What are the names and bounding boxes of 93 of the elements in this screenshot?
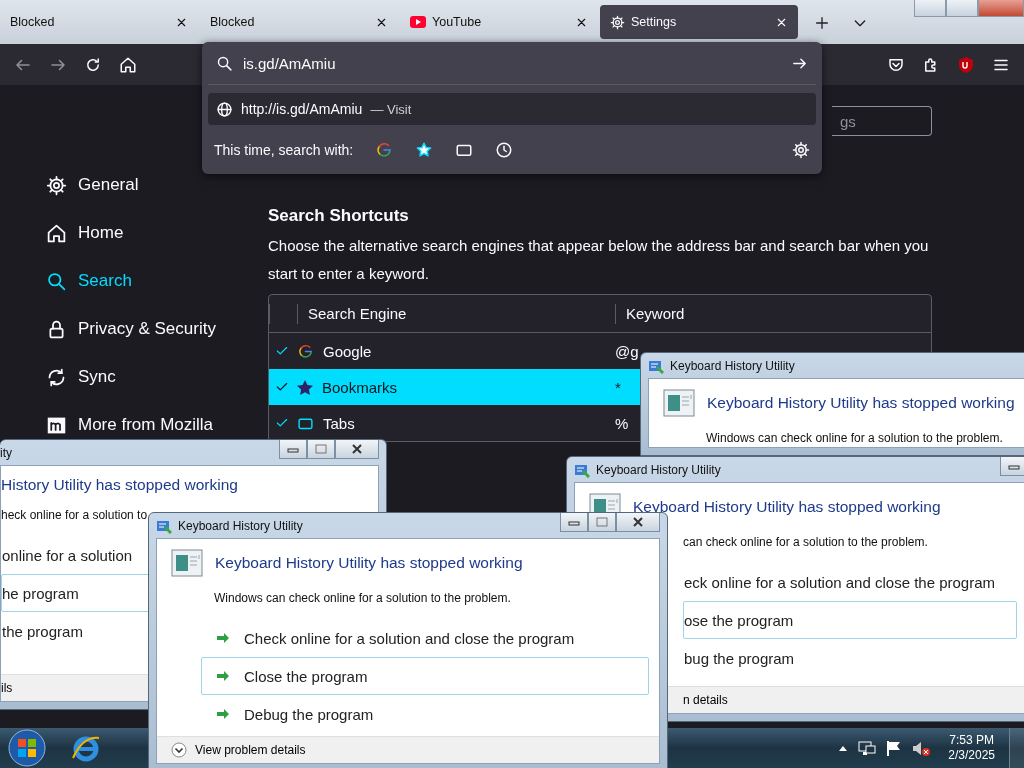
sidebar-item[interactable]: More from Mozilla	[46, 414, 214, 436]
minimize-icon	[568, 518, 580, 526]
star-icon[interactable]	[415, 141, 434, 159]
time-text: 7:53 PM	[949, 733, 994, 748]
close-button[interactable]	[616, 513, 660, 532]
arrow-icon	[216, 707, 230, 721]
option-link[interactable]: Close the program	[201, 657, 649, 695]
arrow-icon	[216, 669, 230, 683]
section-description: Choose the alternative search engines that appear below the address bar and search bar when you start to enter a keyword.	[268, 236, 930, 284]
minimize-button[interactable]	[560, 513, 588, 532]
minimize-button[interactable]	[914, 0, 946, 17]
engine-name: Tabs	[323, 414, 355, 432]
minimize-icon	[287, 445, 299, 453]
search-icon	[46, 270, 67, 292]
maximize-icon	[596, 517, 608, 527]
tab[interactable]: Settings	[600, 5, 798, 39]
home-icon	[46, 222, 67, 244]
section-title: Search Shortcuts	[268, 206, 410, 226]
tab[interactable]: Blocked	[0, 5, 198, 39]
search-icon	[216, 54, 233, 72]
gear-icon	[610, 14, 625, 30]
suggestion-url: http://is.gd/AmAmiu	[241, 101, 363, 117]
minimize-button[interactable]	[1000, 457, 1024, 476]
dialog-title: Keyboard History Utility	[178, 518, 303, 533]
check-icon[interactable]	[275, 344, 289, 358]
clock[interactable]: 7:53 PM 2/3/2025	[948, 733, 995, 763]
maximize-button[interactable]	[946, 0, 978, 17]
dialog-heading: History Utility has stopped working	[1, 476, 238, 494]
home-icon[interactable]	[119, 55, 137, 74]
dialog-message: Windows can check online for a solution to the problem.	[214, 591, 511, 605]
option-link[interactable]: ose the program	[683, 601, 1017, 639]
reload-icon[interactable]	[84, 55, 102, 74]
maximize-button[interactable]	[307, 440, 335, 459]
close-icon	[632, 516, 644, 528]
settings-icon[interactable]	[792, 141, 810, 159]
keyword-text: @g	[615, 342, 639, 360]
keyword-text: *	[615, 378, 621, 396]
shield-icon[interactable]	[957, 55, 975, 74]
sidebar-item[interactable]: General	[46, 174, 139, 196]
video-icon	[410, 14, 426, 30]
column-header: Search Engine	[297, 303, 615, 324]
option-link[interactable]: Check online for a solution and close the program	[201, 619, 649, 657]
search-with-label: This time, search with:	[214, 142, 354, 158]
column-header: Keyword	[615, 303, 931, 324]
engine-name: Google	[323, 342, 372, 360]
sidebar-item[interactable]: Privacy & Security	[46, 318, 216, 340]
star-icon	[297, 379, 313, 395]
network-icon[interactable]	[858, 740, 877, 756]
dialog-message: Windows can check online for a solution to the problem.	[706, 431, 1003, 445]
dialog-title: Keyboard History Utility	[596, 462, 721, 477]
tab[interactable]: Blocked	[200, 5, 398, 39]
sync-icon	[46, 366, 67, 388]
keyword-text: %	[615, 414, 629, 432]
dialog-title: ity	[0, 445, 12, 460]
dialog-heading: Keyboard History Utility has stopped working	[633, 498, 941, 516]
close-button[interactable]	[335, 440, 379, 459]
option-link[interactable]: bug the program	[683, 639, 1017, 677]
details-toggle[interactable]: View problem details	[157, 736, 659, 763]
find-field[interactable]: gs	[832, 106, 932, 136]
dialog-message: heck online for a solution to	[1, 508, 148, 522]
start-button-icon[interactable]	[8, 729, 46, 767]
application-window-icon	[171, 549, 203, 577]
close-icon	[351, 443, 363, 455]
flag-icon[interactable]	[886, 739, 903, 757]
tab[interactable]: YouTube	[400, 5, 598, 39]
option-link[interactable]: eck online for a solution and close the program	[683, 563, 1017, 601]
up-arrow-icon[interactable]	[838, 744, 849, 752]
clock-icon[interactable]	[495, 141, 514, 159]
google-icon	[297, 342, 314, 360]
arrow-icon	[216, 631, 230, 645]
suggestion-action: — Visit	[370, 101, 412, 117]
maximize-icon	[315, 444, 327, 454]
engine-name: Bookmarks	[322, 378, 398, 396]
dialog-heading: Keyboard History Utility has stopped working	[215, 554, 523, 572]
show-desktop-button[interactable]	[1009, 728, 1024, 768]
sidebar-item[interactable]: Home	[46, 222, 124, 244]
application-window-icon	[663, 389, 695, 417]
sidebar-item[interactable]: Search	[46, 270, 132, 292]
date-text: 2/3/2025	[948, 748, 995, 763]
new-tab-icon[interactable]	[814, 15, 830, 31]
sidebar-item[interactable]: Sync	[46, 366, 116, 388]
maximize-button[interactable]	[588, 513, 616, 532]
suggestion-row[interactable]: http://is.gd/AmAmiu — Visit	[208, 93, 816, 125]
minimize-button[interactable]	[279, 440, 307, 459]
globe-icon	[216, 100, 233, 118]
minimize-icon	[1008, 462, 1020, 470]
volume-icon[interactable]	[912, 739, 931, 757]
check-icon[interactable]	[275, 380, 289, 394]
google-icon[interactable]	[375, 141, 394, 159]
gear-icon	[46, 174, 67, 196]
dialog-message: can check online for a solution to the problem.	[683, 535, 928, 549]
check-icon[interactable]	[275, 416, 289, 430]
chevron-icon	[171, 742, 187, 758]
